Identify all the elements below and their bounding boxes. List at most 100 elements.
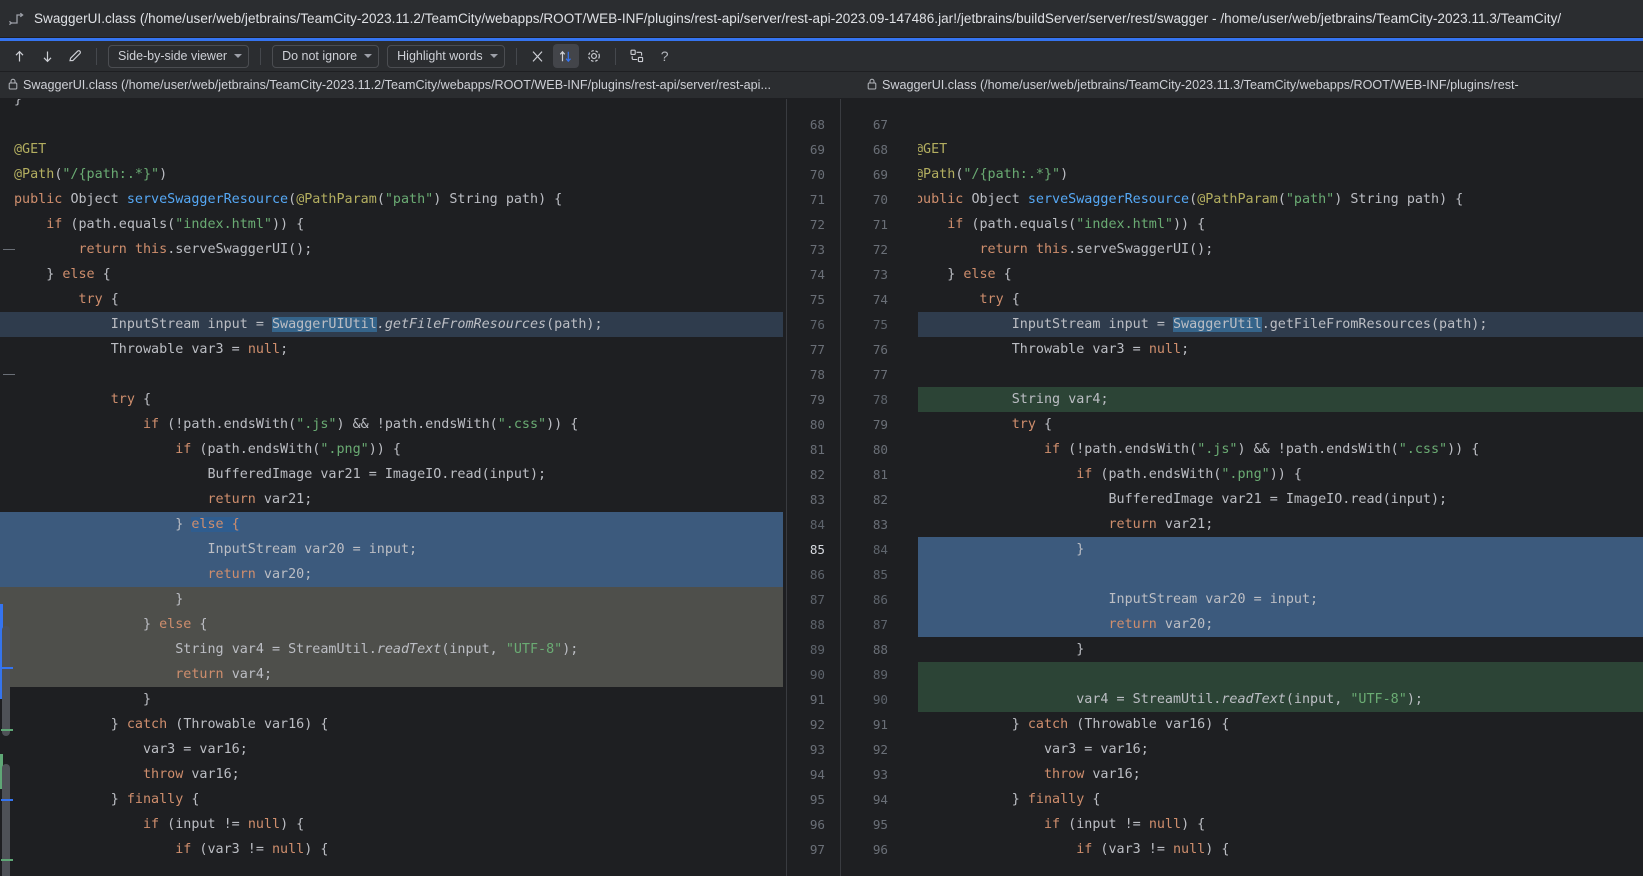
previous-difference-button[interactable] [6,44,32,68]
right-code-line[interactable] [918,362,1643,387]
left-code-line[interactable]: @GET [0,137,783,162]
left-code-line[interactable]: } [0,587,783,612]
right-code-line[interactable] [918,662,1643,687]
right-code-line[interactable]: } finally { [918,787,1643,812]
right-code-line[interactable]: } [918,537,1643,562]
right-editor-pane[interactable]: @GET @Path("/{path:.*}") public Object ser… [918,99,1643,876]
left-code-line[interactable]: try { [0,287,783,312]
left-code-line[interactable]: InputStream var20 = input; [0,537,783,562]
right-code-line[interactable]: return var20; [918,612,1643,637]
code-token: var4 [1076,692,1109,707]
left-code-line[interactable]: if (path.endsWith(".png")) { [0,437,783,462]
synchronize-scrolling-button[interactable] [552,44,579,68]
right-code-line[interactable]: } [918,637,1643,662]
right-code-line[interactable]: public Object serveSwaggerResource(@Path… [918,187,1643,212]
right-code-line[interactable]: throw var16; [918,762,1643,787]
right-code-line[interactable]: if (path.endsWith(".png")) { [918,462,1643,487]
left-code-line[interactable]: } catch (Throwable var16) { [0,712,783,737]
right-code-line[interactable]: if (input != null) { [918,812,1643,837]
code-token: var16 [263,717,305,732]
right-line-number: 77 [872,367,888,382]
left-code-line[interactable]: } finally { [0,787,783,812]
left-code-line[interactable]: @Path("/{path:.*}") [0,162,783,187]
help-button[interactable]: ? [652,44,678,68]
right-code-line[interactable]: InputStream input = SwaggerUtil.getFileF… [918,312,1643,337]
left-code-line[interactable]: return var20; [0,562,783,587]
next-difference-button[interactable] [34,44,60,68]
code-fold-marker[interactable] [3,374,15,375]
code-token: else [62,267,95,282]
left-editor-scrollbar-thumb[interactable] [2,626,10,736]
edit-source-button[interactable] [62,44,88,68]
diff-marker-green [1,729,13,731]
right-line-number: 85 [872,567,888,582]
left-code-line[interactable]: return var4; [0,662,783,687]
code-token: ); [562,642,579,657]
right-code-line[interactable]: var3 = var16; [918,737,1643,762]
right-code-line[interactable] [918,112,1643,137]
right-code-line[interactable]: Throwable var3 = null; [918,337,1643,362]
right-code-line[interactable]: try { [918,287,1643,312]
code-token: if [1044,442,1061,457]
right-code-line[interactable] [918,562,1643,587]
left-code-line[interactable]: throw var16; [0,762,783,787]
right-code-line[interactable]: } else { [918,262,1643,287]
left-code-line[interactable]: if (input != null) { [0,812,783,837]
code-token: serveSwaggerResource [126,192,289,207]
code-token: .getFileFromResources(path); [1261,317,1488,332]
right-code-line[interactable]: var4 = StreamUtil.readText(input, "UTF-8… [918,687,1643,712]
right-code-line[interactable]: try { [918,412,1643,437]
right-code-line[interactable]: if (!path.endsWith(".js") && !path.endsW… [918,437,1643,462]
code-token: )) { [1173,217,1206,232]
left-code-line[interactable]: public Object serveSwaggerResource(@Path… [0,187,783,212]
right-code-line[interactable]: BufferedImage var21 = ImageIO.read(input… [918,487,1643,512]
left-code-line[interactable]: Throwable var3 = null; [0,337,783,362]
code-token: { [1035,417,1053,432]
right-code-line[interactable]: if (var3 != null) { [918,837,1643,862]
file-tab-left[interactable]: SwaggerUI.class (/home/user/web/jetbrain… [0,72,855,98]
right-code-line[interactable]: @Path("/{path:.*}") [918,162,1643,187]
left-code-line[interactable]: return var21; [0,487,783,512]
left-code-line[interactable]: if (path.equals("index.html")) { [0,212,783,237]
code-token: { [102,292,119,307]
compare-files-button[interactable] [624,44,650,68]
settings-gear-button[interactable] [581,44,607,68]
right-code-line[interactable]: if (path.equals("index.html")) { [918,212,1643,237]
file-tab-right[interactable]: SwaggerUI.class (/home/user/web/jetbrain… [855,72,1643,98]
code-fold-marker[interactable] [3,249,15,250]
right-code-line[interactable]: return var21; [918,512,1643,537]
ignore-policy-dropdown[interactable]: Do not ignore [272,44,380,68]
left-code-line[interactable]: } [0,99,783,112]
left-code-line[interactable] [0,362,783,387]
left-code-line[interactable]: BufferedImage var21 = ImageIO.read(input… [0,462,783,487]
left-code-line[interactable]: } [0,687,783,712]
right-line-number: 69 [872,167,888,182]
code-token: { [183,792,200,807]
right-code-line[interactable]: } catch (Throwable var16) { [918,712,1643,737]
code-token: ; [1100,392,1109,407]
right-code-line[interactable]: @GET [918,137,1643,162]
code-token: this [1035,242,1069,257]
code-token: var3 [1044,742,1077,757]
left-code-line[interactable]: } else { [0,612,783,637]
right-code-line[interactable]: return this.serveSwaggerUI(); [918,237,1643,262]
right-code-line[interactable]: String var4; [918,387,1643,412]
viewer-mode-dropdown[interactable]: Side-by-side viewer [108,44,250,68]
left-code-line[interactable]: try { [0,387,783,412]
right-code-line[interactable] [918,99,1643,112]
left-editor-pane[interactable]: } @GET @Path("/{path:.*}") public Object s… [0,99,783,876]
left-code-line[interactable]: var3 = var16; [0,737,783,762]
collapse-unchanged-button[interactable] [525,44,551,68]
right-code-line[interactable]: InputStream var20 = input; [918,587,1643,612]
left-code-line[interactable] [0,112,783,137]
highlight-policy-dropdown[interactable]: Highlight words [387,44,505,68]
left-code-line[interactable]: String var4 = StreamUtil.readText(input,… [0,637,783,662]
left-code-line[interactable]: return this.serveSwaggerUI(); [0,237,783,262]
code-token: var4 [231,642,264,657]
left-code-line[interactable]: if (var3 != null) { [0,837,783,862]
left-code-line[interactable]: } else { [0,262,783,287]
left-code-line[interactable]: InputStream input = SwaggerUIUtil.getFil… [0,312,783,337]
left-code-line[interactable]: } else { [0,512,783,537]
left-code-line[interactable]: if (!path.endsWith(".js") && !path.endsW… [0,412,783,437]
code-token: { [1084,792,1101,807]
